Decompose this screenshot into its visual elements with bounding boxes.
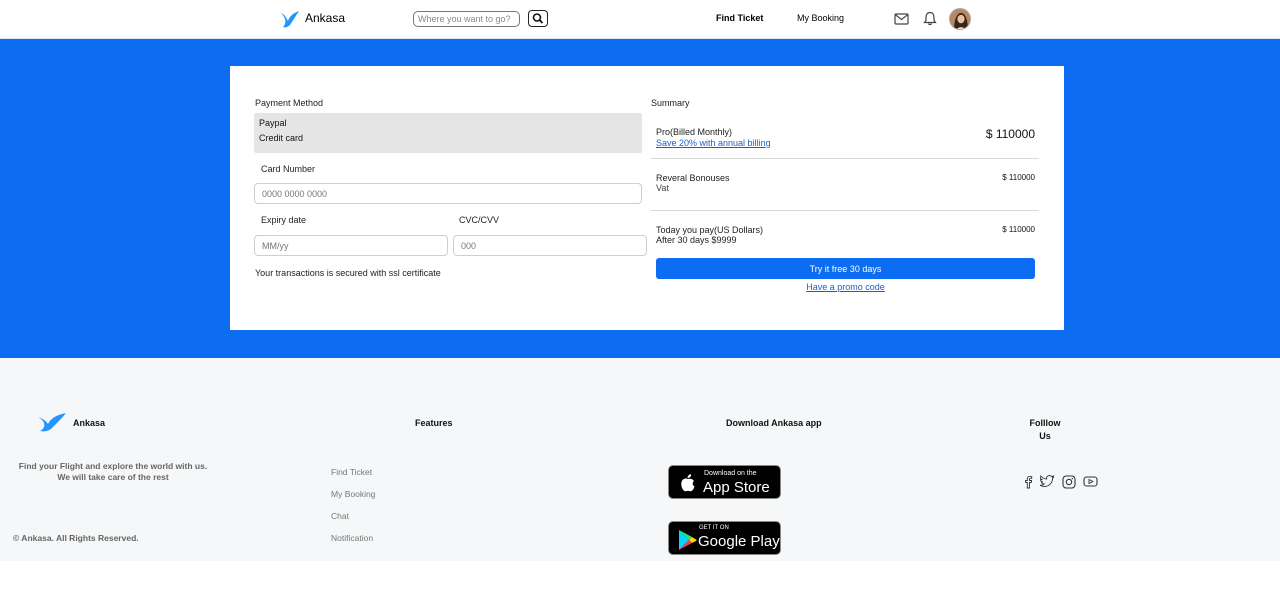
copyright-text: © Ankasa. All Rights Reserved. [13,533,139,543]
user-photo-icon [950,9,970,29]
google-play-badge[interactable]: GET IT ON Google Play [668,521,781,555]
app-store-caption: Download on the [704,470,757,477]
card-number-label: Card Number [261,164,316,174]
app-store-title: App Store [703,479,770,496]
search-icon [532,13,544,24]
instagram-icon[interactable] [1062,475,1076,489]
footer-link-find-ticket[interactable]: Find Ticket [331,467,372,477]
payment-option-paypal[interactable]: Paypal [259,118,287,128]
expiry-date-field[interactable] [254,235,448,256]
search-input[interactable] [413,11,520,27]
top-navbar: Ankasa Find Ticket My Booking [0,0,1280,39]
facebook-icon[interactable] [1023,475,1033,489]
payment-card: Payment Method Paypal Credit card Card N… [230,66,1064,330]
promo-code-link[interactable]: Have a promo code [656,282,1035,292]
reveral-bonus-label: Reveral Bonouses [656,173,730,183]
plan-name: Pro(Billed Monthly) [656,127,733,137]
security-note: Your transactions is secured with ssl ce… [255,268,441,278]
reveral-bonus-price: $ 110000 [1002,173,1035,182]
google-play-icon [679,530,697,550]
nav-link-find-ticket[interactable]: Find Ticket [716,13,763,23]
footer-link-notification[interactable]: Notification [331,533,373,543]
brand-name[interactable]: Ankasa [305,11,345,25]
bell-icon[interactable] [923,11,937,26]
annual-billing-link[interactable]: Save 20% with annual billing [656,138,771,148]
cvc-field[interactable] [453,235,647,256]
summary-divider [651,158,1039,159]
nav-link-my-booking[interactable]: My Booking [797,13,844,23]
cvc-label: CVC/CVV [459,215,500,225]
plan-price: $ 110000 [985,127,1035,141]
card-number-field[interactable] [254,183,642,204]
plane-logo-icon[interactable] [37,411,67,433]
payment-option-credit-card[interactable]: Credit card [259,133,303,143]
app-store-badge[interactable]: Download on the App Store [668,465,781,499]
youtube-icon[interactable] [1083,475,1098,488]
today-pay-label: Today you pay(US Dollars) [656,225,764,235]
expiry-date-label: Expiry date [261,215,307,225]
search-button[interactable] [528,10,548,27]
twitter-icon[interactable] [1040,475,1055,488]
google-play-title: Google Play [698,533,780,550]
vat-label: Vat [656,183,669,193]
download-app-heading: Download Ankasa app [726,418,822,428]
google-play-caption: GET IT ON [699,525,729,531]
footer-tagline: Find your Flight and explore the world w… [18,461,208,482]
after-trial-label: After 30 days $9999 [656,235,737,245]
footer: Ankasa Find your Flight and explore the … [0,358,1280,561]
follow-us-heading: Folllow Us [1029,418,1061,441]
payment-section-background: Payment Method Paypal Credit card Card N… [0,39,1280,358]
features-heading: Features [415,418,453,428]
payment-method-title: Payment Method [255,98,324,108]
footer-link-my-booking[interactable]: My Booking [331,489,375,499]
payment-options-list: Paypal Credit card [254,113,642,153]
summary-title: Summary [651,98,690,108]
summary-divider [651,210,1039,211]
avatar[interactable] [949,8,971,30]
plane-logo-icon[interactable] [280,9,300,29]
mail-icon[interactable] [894,13,909,25]
footer-brand-name[interactable]: Ankasa [73,418,105,428]
footer-link-chat[interactable]: Chat [331,511,349,521]
apple-icon [681,474,695,492]
today-pay-price: $ 110000 [1002,225,1035,234]
try-free-button[interactable]: Try it free 30 days [656,258,1035,279]
